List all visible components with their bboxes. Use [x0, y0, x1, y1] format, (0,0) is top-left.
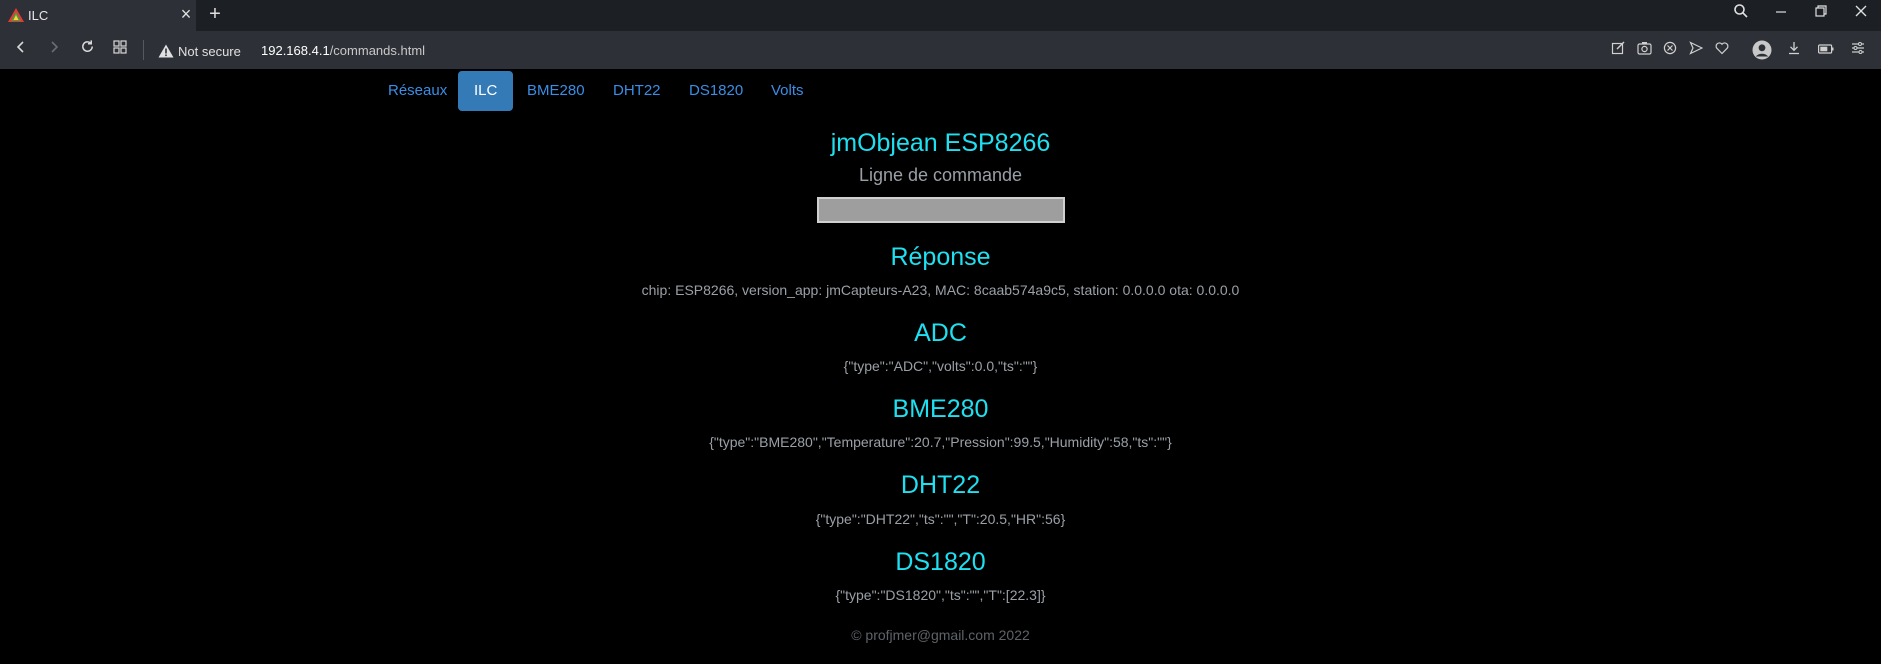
profile-icon[interactable] [1752, 40, 1772, 60]
tab-close-icon[interactable]: × [176, 4, 196, 24]
adc-heading: ADC [914, 319, 967, 347]
warning-icon[interactable] [158, 44, 174, 58]
edit-icon[interactable] [1608, 40, 1628, 60]
close-window-icon[interactable] [1846, 3, 1876, 25]
url-field[interactable]: 192.168.4.1/commands.html [261, 43, 425, 58]
forward-icon[interactable] [42, 39, 66, 61]
new-tab-button[interactable]: + [204, 3, 226, 25]
restore-icon[interactable] [1806, 3, 1836, 25]
tab-ds1820[interactable]: DS1820 [673, 71, 759, 111]
footer-copyright: © profjmer@gmail.com 2022 [851, 627, 1030, 643]
heart-icon[interactable] [1712, 40, 1732, 60]
tab-dht22[interactable]: DHT22 [597, 71, 677, 111]
settings-menu-icon[interactable] [1848, 40, 1868, 60]
camera-icon[interactable] [1634, 40, 1654, 60]
not-secure-label[interactable]: Not secure [178, 44, 241, 59]
bme280-heading: BME280 [892, 395, 989, 423]
ds1820-data: {"type":"DS1820","ts":"","T":[22.3]} [835, 587, 1046, 603]
tab-grid-icon[interactable] [108, 39, 132, 61]
toolbar-divider [143, 40, 144, 60]
page-subtitle: Ligne de commande [858, 165, 1023, 185]
battery-icon[interactable] [1816, 40, 1836, 60]
dht22-heading: DHT22 [900, 471, 981, 499]
url-path: /commands.html [329, 43, 426, 58]
browser-tab[interactable]: ILC × [0, 0, 196, 31]
tab-ilc[interactable]: ILC [458, 71, 514, 111]
browser-tab-bar: ILC × + [0, 0, 1881, 31]
reload-icon[interactable] [75, 39, 99, 61]
ds1820-heading: DS1820 [895, 548, 986, 576]
response-text: chip: ESP8266, version_app: jmCapteurs-A… [641, 282, 1240, 298]
download-icon[interactable] [1784, 40, 1804, 60]
back-icon[interactable] [9, 39, 33, 61]
tab-volts[interactable]: Volts [755, 71, 820, 111]
send-icon[interactable] [1686, 40, 1706, 60]
minimize-icon[interactable] [1766, 3, 1796, 25]
tab-search-icon[interactable] [1726, 3, 1756, 25]
shield-block-icon[interactable] [1660, 40, 1680, 60]
page-content: Réseaux ILC BME280 DHT22 DS1820 Volts jm… [0, 69, 1881, 664]
tab-reseaux[interactable]: Réseaux [372, 71, 463, 111]
adc-data: {"type":"ADC","volts":0.0,"ts":""} [843, 358, 1038, 374]
url-host: 192.168.4.1 [261, 43, 330, 58]
tab-bme280[interactable]: BME280 [511, 71, 601, 111]
bme280-data: {"type":"BME280","Temperature":20.7,"Pre… [709, 434, 1172, 450]
dht22-data: {"type":"DHT22","ts":"","T":20.5,"HR":56… [815, 511, 1066, 527]
tab-title: ILC [28, 8, 49, 23]
site-favicon-icon [8, 8, 24, 22]
address-bar: Not secure 192.168.4.1/commands.html [0, 31, 1881, 69]
page-title: jmObjean ESP8266 [830, 129, 1051, 157]
command-input[interactable] [817, 197, 1065, 223]
response-heading: Réponse [890, 243, 991, 271]
